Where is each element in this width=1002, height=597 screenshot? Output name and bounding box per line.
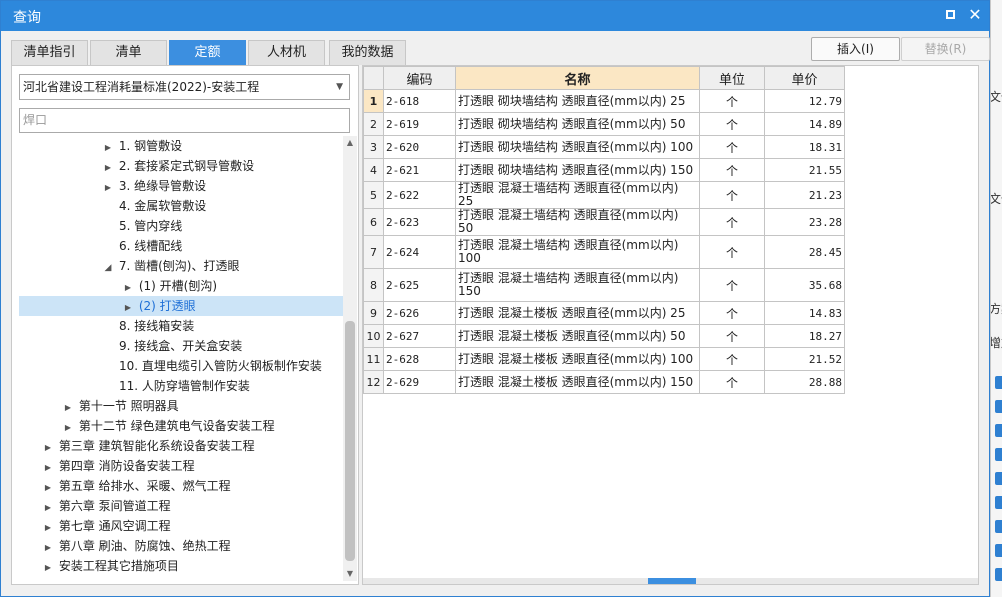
- tree-item[interactable]: ▶ 第三章 建筑智能化系统设备安装工程: [41, 436, 255, 456]
- quota-tree: ▶ 1. 钢管敷设 ▶ 2. 套接紧定式钢导管敷设 ▶ 3. 绝缘导管敷设 4.…: [12, 136, 343, 581]
- tree-item[interactable]: ▶ 第八章 刷油、防腐蚀、绝热工程: [41, 536, 231, 556]
- background-label: 文件: [990, 90, 1002, 104]
- tab-bill[interactable]: 清单: [90, 40, 167, 65]
- tree-item[interactable]: ▶ 第五章 给排水、采暖、燃气工程: [41, 476, 231, 496]
- expand-arrow-icon: ▶: [124, 303, 132, 312]
- tree-item[interactable]: ▶ 安装工程其它措施项目: [41, 556, 179, 576]
- quota-tree-panel: 河北省建设工程消耗量标准(2022)-安装工程 ▼ 焊口 ▶ 1. 钢管敷设 ▶…: [11, 65, 359, 585]
- quota-table-panel: 编码 名称 单位 单价 1 2-618 打透眼 砌块墙结构 透眼直径(mm以内) 2…: [362, 65, 979, 585]
- tree-item[interactable]: 11. 人防穿墙管制作安装: [119, 376, 250, 396]
- maximize-button[interactable]: [940, 5, 960, 25]
- expand-arrow-icon: ▶: [44, 523, 52, 532]
- search-input[interactable]: 焊口: [19, 108, 350, 133]
- expand-arrow-icon: ▶: [104, 163, 112, 172]
- tree-item[interactable]: ▶ 第十一节 照明器具: [61, 396, 179, 416]
- close-icon: ✕: [968, 5, 982, 24]
- expand-arrow-icon: ▶: [44, 463, 52, 472]
- scroll-up-icon[interactable]: ▲: [343, 136, 357, 150]
- scroll-down-icon[interactable]: ▼: [343, 567, 357, 581]
- background-label: 方案: [990, 302, 1002, 316]
- tree-item[interactable]: ◢ 7. 凿槽(刨沟)、打透眼: [101, 256, 240, 276]
- background-label: 文件: [990, 192, 1002, 206]
- tab-labor-material-machine[interactable]: 人材机: [248, 40, 325, 65]
- query-dialog: 查询 ✕ 清单指引 清单 定额 人材机 我的数据 插入(I) 替换(R) 河北省…: [0, 0, 990, 597]
- scrollbar-thumb[interactable]: [345, 321, 355, 561]
- standard-select[interactable]: 河北省建设工程消耗量标准(2022)-安装工程 ▼: [19, 74, 350, 100]
- checkbox-icon[interactable]: [995, 520, 1002, 533]
- checkbox-icon[interactable]: [995, 544, 1002, 557]
- expand-arrow-icon: ▶: [44, 563, 52, 572]
- table-row[interactable]: 10 2-627 打透眼 混凝土楼板 透眼直径(mm以内) 50 个 18.27: [363, 324, 845, 348]
- maximize-icon: [945, 10, 955, 19]
- table-row[interactable]: 4 2-621 打透眼 砌块墙结构 透眼直径(mm以内) 150 个 21.55: [363, 158, 845, 182]
- insert-button[interactable]: 插入(I): [811, 37, 900, 61]
- table-row[interactable]: 6 2-623 打透眼 混凝土墙结构 透眼直径(mm以内) 50 个 23.28: [363, 208, 845, 236]
- tree-item[interactable]: 8. 接线箱安装: [119, 316, 194, 336]
- table-horizontal-scrollbar[interactable]: [363, 578, 978, 584]
- row-number-header: [363, 66, 384, 90]
- expand-arrow-icon: ▶: [124, 283, 132, 292]
- expand-arrow-icon: ▶: [44, 543, 52, 552]
- checkbox-icon[interactable]: [995, 400, 1002, 413]
- background-app-strip: 文件 文件 方案 增加: [990, 0, 1002, 597]
- tree-item[interactable]: 10. 直埋电缆引入管防火钢板制作安装: [119, 356, 322, 376]
- table-row[interactable]: 7 2-624 打透眼 混凝土墙结构 透眼直径(mm以内) 100 个 28.45: [363, 235, 845, 269]
- checkbox-icon[interactable]: [995, 448, 1002, 461]
- checkbox-icon[interactable]: [995, 472, 1002, 485]
- tree-item[interactable]: ▶ 第六章 泵间管道工程: [41, 496, 171, 516]
- table-row[interactable]: 3 2-620 打透眼 砌块墙结构 透眼直径(mm以内) 100 个 18.31: [363, 135, 845, 159]
- splitter-grip[interactable]: [648, 578, 696, 584]
- table-row[interactable]: 2 2-619 打透眼 砌块墙结构 透眼直径(mm以内) 50 个 14.89: [363, 112, 845, 136]
- tree-item[interactable]: ▶ 1. 钢管敷设: [101, 136, 182, 156]
- expand-arrow-icon: ▶: [44, 443, 52, 452]
- tree-scrollbar[interactable]: ▲ ▼: [343, 136, 357, 581]
- table-row[interactable]: 5 2-622 打透眼 混凝土墙结构 透眼直径(mm以内) 25 个 21.23: [363, 181, 845, 209]
- quota-table: 编码 名称 单位 单价 1 2-618 打透眼 砌块墙结构 透眼直径(mm以内) 2…: [363, 66, 845, 394]
- table-row[interactable]: 8 2-625 打透眼 混凝土墙结构 透眼直径(mm以内) 150 个 35.68: [363, 268, 845, 302]
- expand-arrow-icon: ▶: [64, 423, 72, 432]
- checkbox-icon[interactable]: [995, 376, 1002, 389]
- tree-item[interactable]: ▶ 3. 绝缘导管敷设: [101, 176, 206, 196]
- tab-bill-guide[interactable]: 清单指引: [11, 40, 88, 65]
- background-label: 增加: [990, 336, 1002, 350]
- close-button[interactable]: ✕: [965, 5, 985, 25]
- replace-button[interactable]: 替换(R): [901, 37, 990, 61]
- collapse-arrow-icon: ◢: [104, 263, 112, 273]
- checkbox-icon[interactable]: [995, 568, 1002, 581]
- expand-arrow-icon: ▶: [44, 503, 52, 512]
- tab-my-data[interactable]: 我的数据: [329, 40, 406, 65]
- tree-item[interactable]: ▶ 第四章 消防设备安装工程: [41, 456, 195, 476]
- tab-quota[interactable]: 定额: [169, 40, 246, 65]
- window-title: 查询: [13, 10, 41, 26]
- tree-item[interactable]: ▶ (1) 开槽(刨沟): [121, 276, 217, 296]
- title-bar[interactable]: 查询 ✕: [1, 1, 989, 31]
- standard-select-value: 河北省建设工程消耗量标准(2022)-安装工程: [23, 80, 260, 94]
- table-header-row: 编码 名称 单位 单价: [363, 66, 845, 90]
- tree-item[interactable]: 4. 金属软管敷设: [119, 196, 206, 216]
- expand-arrow-icon: ▶: [64, 403, 72, 412]
- column-header-name[interactable]: 名称: [455, 66, 700, 90]
- tree-item[interactable]: ▶ 2. 套接紧定式钢导管敷设: [101, 156, 254, 176]
- column-header-code[interactable]: 编码: [383, 66, 456, 90]
- table-row[interactable]: 1 2-618 打透眼 砌块墙结构 透眼直径(mm以内) 25 个 12.79: [363, 89, 845, 113]
- expand-arrow-icon: ▶: [104, 143, 112, 152]
- table-row[interactable]: 12 2-629 打透眼 混凝土楼板 透眼直径(mm以内) 150 个 28.88: [363, 370, 845, 394]
- expand-arrow-icon: ▶: [104, 183, 112, 192]
- tree-item[interactable]: 5. 管内穿线: [119, 216, 182, 236]
- tree-item[interactable]: 9. 接线盒、开关盒安装: [119, 336, 242, 356]
- tree-item-selected[interactable]: ▶ (2) 打透眼: [19, 296, 343, 316]
- expand-arrow-icon: ▶: [44, 483, 52, 492]
- column-header-price[interactable]: 单价: [764, 66, 845, 90]
- tree-item[interactable]: 6. 线槽配线: [119, 236, 182, 256]
- checkbox-icon[interactable]: [995, 496, 1002, 509]
- tree-item[interactable]: ▶ 第七章 通风空调工程: [41, 516, 171, 536]
- tree-item[interactable]: ▶ 第十二节 绿色建筑电气设备安装工程: [61, 416, 275, 436]
- checkbox-icon[interactable]: [995, 424, 1002, 437]
- dropdown-arrow-icon: ▼: [336, 82, 343, 92]
- table-row[interactable]: 11 2-628 打透眼 混凝土楼板 透眼直径(mm以内) 100 个 21.52: [363, 347, 845, 371]
- table-row[interactable]: 9 2-626 打透眼 混凝土楼板 透眼直径(mm以内) 25 个 14.83: [363, 301, 845, 325]
- column-header-unit[interactable]: 单位: [699, 66, 765, 90]
